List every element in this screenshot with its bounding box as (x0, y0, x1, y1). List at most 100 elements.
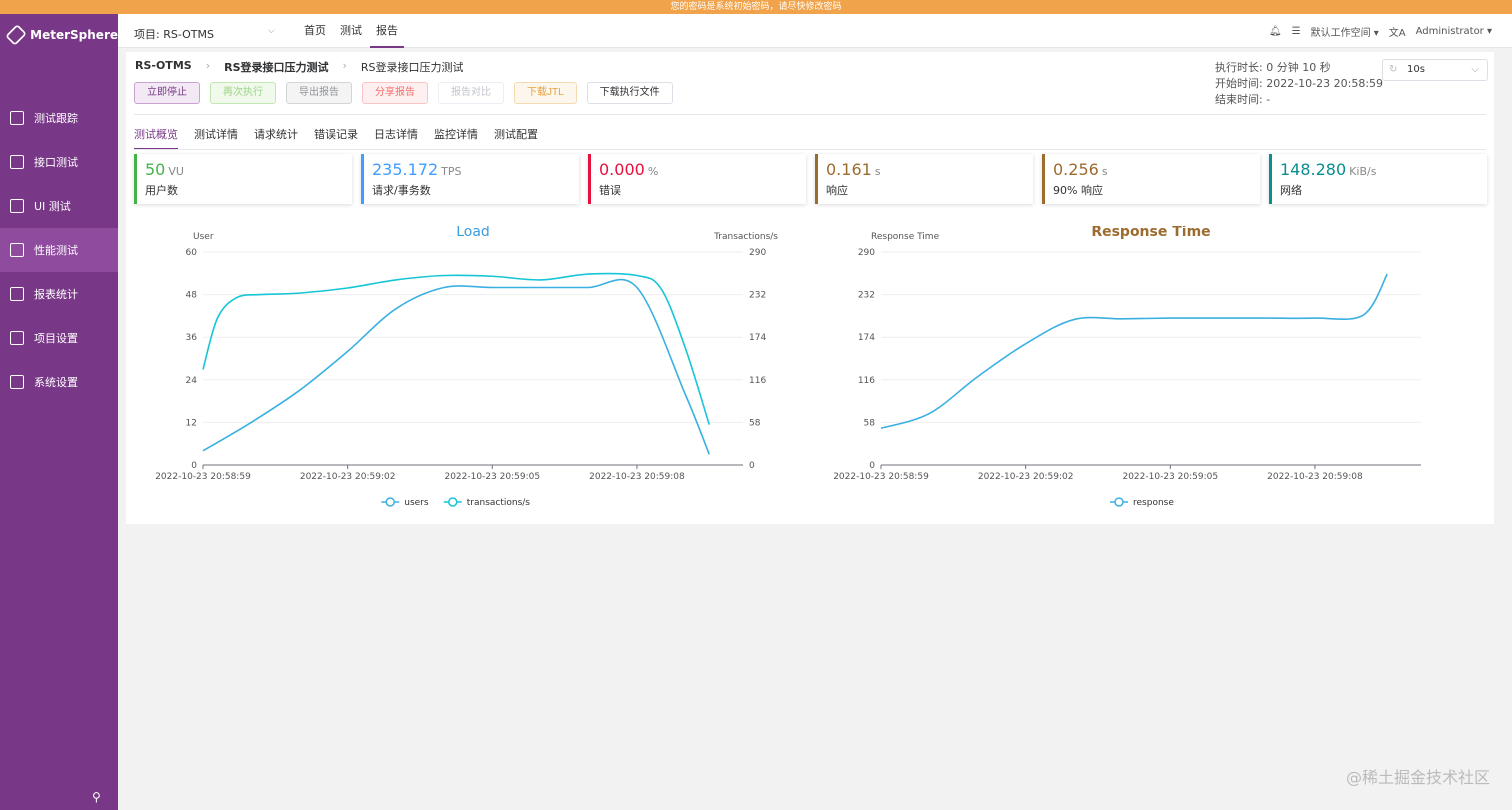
report-icon (10, 287, 24, 301)
stat-card: 235.172 TPS 请求/事务数 (361, 154, 579, 204)
divider (134, 114, 1486, 115)
report-tab[interactable]: 测试配置 (494, 126, 538, 150)
y-axis-label: Response Time (871, 232, 940, 242)
project-selector[interactable]: 项目: RS-OTMS ⌵ (134, 26, 275, 42)
stat-value: 0.000 (599, 160, 645, 179)
compare-report-button[interactable]: 报告对比 (438, 82, 504, 104)
app-logo[interactable]: MeterSphere (0, 14, 118, 56)
nav-item[interactable]: 报告 (370, 14, 404, 48)
api-icon (10, 155, 24, 169)
top-nav: 首页 测试 报告 (298, 14, 406, 48)
refresh-interval-select[interactable]: ↻ 10s ⌵ (1382, 59, 1488, 81)
nav-item[interactable]: 测试 (334, 14, 368, 48)
duration-label: 执行时长: (1215, 61, 1263, 74)
stat-card: 0.000% 错误 (588, 154, 806, 204)
legend-label: users (404, 498, 429, 508)
sidebar-item[interactable]: 项目设置 (0, 316, 118, 360)
legend-marker (1114, 497, 1124, 507)
sidebar-item-label: 测试跟踪 (34, 112, 78, 125)
load-chart: Load User Transactions/s 0 12 24 36 48 60 0 58 116 1… (155, 226, 778, 508)
legend-item: transactions/s (443, 497, 530, 508)
report-tab[interactable]: 测试详情 (194, 126, 238, 150)
user-menu[interactable]: Administrator ▾ (1416, 26, 1492, 37)
stat-value-row: 0.256 s (1053, 160, 1260, 179)
y-tick-label: 48 (186, 291, 198, 301)
y2-tick-label: 116 (749, 376, 766, 386)
stat-card: 0.256 s 90% 响应 (1042, 154, 1260, 204)
stop-button[interactable]: 立即停止 (134, 82, 200, 104)
breadcrumb: RS-OTMS › RS登录接口压力测试 › RS登录接口压力测试 (135, 59, 464, 75)
sidebar-menu: 测试跟踪接口测试 UI 测试性能测试报表统计 项目设置系统设置 (0, 96, 118, 404)
folder-icon (10, 331, 24, 345)
x-tick-label: 2022-10-23 20:58:59 (833, 472, 929, 482)
y2-axis-label: Transactions/s (713, 232, 778, 242)
end-time-label: 结束时间: (1215, 93, 1263, 106)
end-time-value: - (1266, 93, 1271, 106)
report-tab[interactable]: 测试概览 (134, 126, 178, 150)
sidebar-item[interactable]: 系统设置 (0, 360, 118, 404)
workspace-selector[interactable]: 默认工作空间 ▾ (1311, 24, 1379, 39)
app-name: MeterSphere (30, 28, 118, 42)
user-name: Administrator (1415, 26, 1484, 37)
stat-value: 0.161 (826, 160, 872, 179)
stat-value-row: 0.161 s (826, 160, 1033, 179)
y-tick-label: 60 (186, 248, 198, 258)
sidebar-item[interactable]: 报表统计 (0, 272, 118, 316)
x-tick-label: 2022-10-23 20:59:02 (978, 472, 1074, 482)
stat-value-row: 235.172 TPS (372, 160, 579, 179)
sidebar-item[interactable]: 测试跟踪 (0, 96, 118, 140)
y2-tick-label: 174 (749, 333, 766, 343)
stat-value-row: 50 VU (145, 160, 352, 179)
sidebar-item-label: 接口测试 (34, 156, 78, 169)
response-time-chart: Response Time Response Time 0 58 116 174 232 29… (833, 226, 1421, 508)
breadcrumb-project[interactable]: RS-OTMS (135, 59, 192, 75)
stat-value: 50 (145, 160, 166, 179)
top-right-tools: 🔔︎ ☰ 默认工作空间 ▾ 文A Administrator ▾ (1269, 24, 1492, 39)
watermark: @稀土掘金技术社区 (1345, 768, 1490, 787)
report-tab[interactable]: 日志详情 (374, 126, 418, 150)
ui-icon (10, 199, 24, 213)
refresh-interval-value: 10s (1407, 64, 1425, 75)
stat-unit: KiB/s (1349, 165, 1377, 178)
report-tab[interactable]: 请求统计 (254, 126, 298, 150)
y-tick-label: 116 (858, 376, 875, 386)
report-tab[interactable]: 错误记录 (314, 126, 358, 150)
language-icon[interactable]: 文A (1389, 24, 1406, 39)
sidebar-item-label: 系统设置 (34, 376, 78, 389)
tab-divider (134, 149, 1486, 150)
sidebar-item[interactable]: 接口测试 (0, 140, 118, 184)
stat-unit: % (647, 165, 659, 178)
y-tick-label: 36 (186, 333, 198, 343)
report-tab[interactable]: 监控详情 (434, 126, 478, 150)
nav-item[interactable]: 首页 (298, 14, 332, 48)
share-report-button[interactable]: 分享报告 (362, 82, 428, 104)
sidebar-item-label: 性能测试 (34, 244, 78, 257)
list-icon[interactable]: ☰ (1292, 26, 1301, 37)
download-exec-file-button[interactable]: 下载执行文件 (586, 82, 673, 104)
sidebar-item[interactable]: 性能测试 (0, 228, 118, 272)
rerun-button[interactable]: 再次执行 (210, 82, 276, 104)
performance-icon (10, 243, 24, 257)
y-tick-label: 0 (869, 461, 875, 471)
download-jtl-button[interactable]: 下载JTL (514, 82, 577, 104)
pin-icon[interactable]: ⚲ (92, 790, 101, 804)
series-line (880, 273, 1388, 430)
stat-value: 148.280 (1280, 160, 1347, 179)
x-tick-label: 2022-10-23 20:59:05 (1122, 472, 1218, 482)
sidebar-item[interactable]: UI 测试 (0, 184, 118, 228)
top-bar: 项目: RS-OTMS ⌵ 首页 测试 报告 🔔︎ ☰ 默认工作空间 ▾ 文A Ad… (118, 14, 1512, 48)
stat-unit: s (1101, 165, 1108, 178)
y-axis-label: User (193, 232, 214, 242)
export-report-button[interactable]: 导出报告 (286, 82, 352, 104)
x-tick-label: 2022-10-23 20:59:08 (589, 472, 685, 482)
stat-card: 0.161 s 响应 (815, 154, 1033, 204)
y2-tick-label: 232 (749, 291, 766, 301)
breadcrumb-test[interactable]: RS登录接口压力测试 (224, 59, 328, 75)
legend-marker (448, 497, 458, 507)
bell-icon[interactable]: 🔔︎ (1269, 26, 1282, 37)
stat-card: 50 VU 用户数 (134, 154, 352, 204)
legend-item: users (381, 497, 429, 508)
y2-tick-label: 58 (749, 418, 761, 428)
stat-cards: 50 VU 用户数 235.172 TPS 请求/事务数 0.000% 错误 0.161 s 响应 0… (134, 154, 1487, 204)
legend-item: response (1110, 497, 1174, 508)
